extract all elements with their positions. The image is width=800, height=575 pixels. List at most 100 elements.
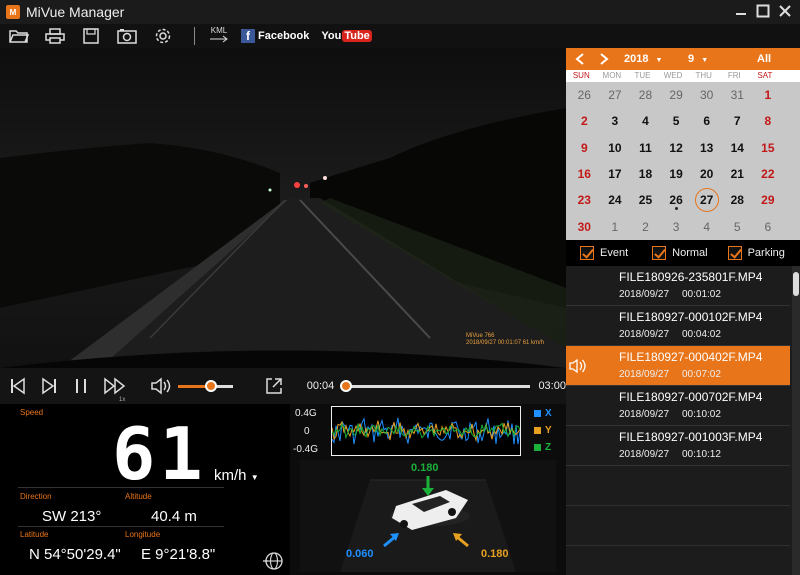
settings-gear-icon[interactable] bbox=[152, 27, 174, 45]
all-dates-button[interactable]: All bbox=[757, 53, 771, 65]
month-selector[interactable]: 9 ▼ bbox=[688, 53, 708, 65]
calendar-day[interactable]: 23 bbox=[569, 187, 600, 213]
next-frame-icon[interactable] bbox=[40, 377, 60, 395]
seek-bar[interactable] bbox=[340, 379, 531, 392]
prev-month-icon[interactable] bbox=[574, 51, 586, 70]
youtube-label-you: You bbox=[321, 30, 342, 42]
calendar-day[interactable]: 3 bbox=[600, 108, 631, 134]
pause-icon[interactable] bbox=[71, 377, 91, 395]
calendar-day[interactable]: 27 bbox=[691, 187, 722, 213]
latitude-value: N 54°50'29.4" bbox=[29, 546, 121, 563]
file-list-scrollbar[interactable] bbox=[792, 266, 800, 575]
calendar-day[interactable]: 4 bbox=[691, 213, 722, 239]
file-name: FILE180927-000402F.MP4 bbox=[619, 350, 763, 364]
calendar-day[interactable]: 31 bbox=[722, 82, 753, 108]
g-sensor-chart[interactable] bbox=[331, 406, 521, 456]
file-list-item[interactable]: FILE180927-001003F.MP4 2018/09/27 00:10:12 bbox=[566, 426, 790, 466]
legend-y-label: Y bbox=[545, 425, 552, 436]
next-month-icon[interactable] bbox=[598, 51, 610, 70]
calendar-day[interactable]: 26 bbox=[661, 187, 692, 213]
speed-unit-selector[interactable]: km/h ▼ bbox=[214, 467, 259, 484]
calendar-day-number: 14 bbox=[730, 140, 744, 155]
calendar-day[interactable]: 8 bbox=[753, 108, 784, 134]
calendar-day[interactable]: 28 bbox=[630, 82, 661, 108]
calendar-day[interactable]: 6 bbox=[691, 108, 722, 134]
file-time: 00:10:12 bbox=[682, 449, 721, 460]
kml-label: KML bbox=[210, 26, 228, 35]
close-button[interactable] bbox=[776, 2, 794, 20]
kml-export-button[interactable]: KML bbox=[209, 27, 229, 45]
calendar-day[interactable]: 22 bbox=[753, 161, 784, 187]
calendar-day[interactable]: 24 bbox=[600, 187, 631, 213]
calendar-day[interactable]: 16 bbox=[569, 161, 600, 187]
calendar-day-number: 3 bbox=[611, 114, 619, 129]
calendar-day[interactable]: 13 bbox=[691, 135, 722, 161]
calendar-day[interactable]: 27 bbox=[600, 82, 631, 108]
calendar-day[interactable]: 6 bbox=[753, 213, 784, 239]
weekday-label: MON bbox=[602, 71, 622, 80]
calendar-day[interactable]: 1 bbox=[753, 82, 784, 108]
event-filter-checkbox[interactable]: Event bbox=[580, 246, 628, 260]
map-globe-icon[interactable] bbox=[262, 550, 284, 575]
calendar-day[interactable]: 30 bbox=[569, 213, 600, 239]
parking-filter-checkbox[interactable]: Parking bbox=[727, 246, 785, 260]
snapshot-camera-icon[interactable] bbox=[116, 27, 138, 45]
file-type-filters: Event Normal Parking bbox=[566, 240, 800, 266]
year-selector[interactable]: 2018 ▼ bbox=[624, 53, 662, 65]
calendar-day[interactable]: 28 bbox=[722, 187, 753, 213]
youtube-share-button[interactable]: You Tube bbox=[321, 30, 372, 42]
calendar-day[interactable]: 14 bbox=[722, 135, 753, 161]
volume-icon[interactable] bbox=[150, 377, 172, 395]
fast-forward-icon[interactable] bbox=[103, 377, 127, 395]
facebook-share-button[interactable]: f Facebook bbox=[241, 29, 309, 43]
calendar-day[interactable]: 17 bbox=[600, 161, 631, 187]
calendar-day[interactable]: 7 bbox=[722, 108, 753, 134]
calendar-day-number: 30 bbox=[699, 88, 714, 103]
calendar-day[interactable]: 1 bbox=[600, 213, 631, 239]
minimize-button[interactable] bbox=[732, 2, 750, 20]
calendar-day-number: 19 bbox=[669, 167, 683, 182]
file-list-item[interactable]: FILE180927-000702F.MP4 2018/09/27 00:10:02 bbox=[566, 386, 790, 426]
calendar-day[interactable]: 29 bbox=[753, 187, 784, 213]
empty-row bbox=[566, 506, 790, 546]
calendar-day[interactable]: 9 bbox=[569, 135, 600, 161]
calendar-day[interactable]: 5 bbox=[722, 213, 753, 239]
print-icon[interactable] bbox=[44, 27, 66, 45]
calendar-day[interactable]: 26 bbox=[569, 82, 600, 108]
calendar-day-number: 5 bbox=[672, 114, 680, 129]
save-icon[interactable] bbox=[80, 27, 102, 45]
seek-bar-knob[interactable] bbox=[340, 379, 353, 392]
calendar-day[interactable]: 30 bbox=[691, 82, 722, 108]
calendar-day[interactable]: 12 bbox=[661, 135, 692, 161]
scrollbar-thumb[interactable] bbox=[793, 272, 799, 296]
calendar-day[interactable]: 20 bbox=[691, 161, 722, 187]
file-list-item[interactable]: FILE180927-000402F.MP4 2018/09/27 00:07:02 bbox=[566, 346, 790, 386]
calendar-day[interactable]: 21 bbox=[722, 161, 753, 187]
calendar-day[interactable]: 5 bbox=[661, 108, 692, 134]
normal-filter-checkbox[interactable]: Normal bbox=[652, 246, 708, 260]
volume-slider-knob[interactable] bbox=[205, 379, 218, 392]
file-list-item[interactable]: FILE180926-235801F.MP4 2018/09/27 00:01:02 bbox=[566, 266, 790, 306]
app-logo-icon: M bbox=[6, 5, 20, 19]
calendar-day[interactable]: 15 bbox=[753, 135, 784, 161]
calendar-day[interactable]: 10 bbox=[600, 135, 631, 161]
calendar-day[interactable]: 29 bbox=[661, 82, 692, 108]
open-folder-icon[interactable] bbox=[8, 27, 30, 45]
calendar-day[interactable]: 3 bbox=[661, 213, 692, 239]
calendar-day[interactable]: 4 bbox=[630, 108, 661, 134]
calendar-day[interactable]: 2 bbox=[630, 213, 661, 239]
maximize-button[interactable] bbox=[754, 2, 772, 20]
previous-file-icon[interactable] bbox=[8, 377, 28, 395]
video-player[interactable]: MiVue 766 2018/09/27 00:01:07 61 km/h bbox=[0, 48, 566, 368]
volume-slider[interactable] bbox=[178, 379, 234, 392]
file-list-item[interactable]: FILE180927-000102F.MP4 2018/09/27 00:04:02 bbox=[566, 306, 790, 346]
calendar-day[interactable]: 19 bbox=[661, 161, 692, 187]
calendar-day[interactable]: 25 bbox=[630, 187, 661, 213]
month-value: 9 bbox=[688, 53, 695, 65]
calendar-day[interactable]: 11 bbox=[630, 135, 661, 161]
calendar-day[interactable]: 18 bbox=[630, 161, 661, 187]
popout-window-icon[interactable] bbox=[263, 376, 285, 396]
calendar-day[interactable]: 2 bbox=[569, 108, 600, 134]
file-date: 2018/09/27 bbox=[619, 369, 670, 380]
calendar-day-number: 24 bbox=[608, 193, 622, 208]
